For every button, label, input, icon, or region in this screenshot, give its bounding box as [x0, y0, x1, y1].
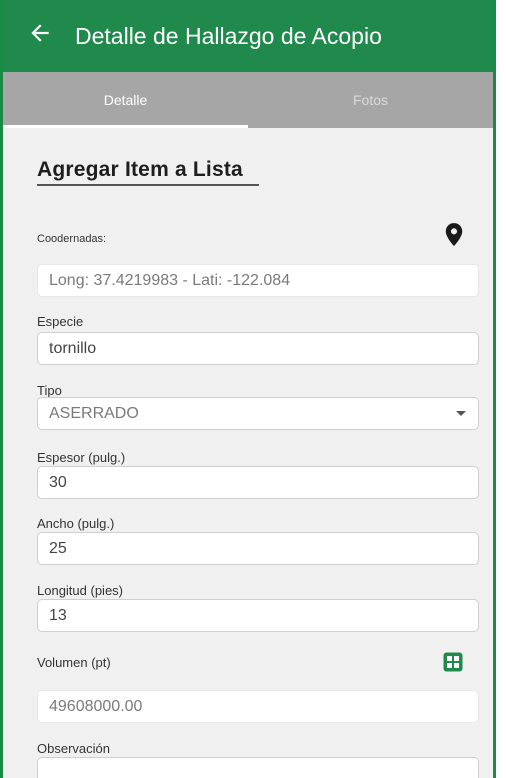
coordenadas-label: Coodernadas: — [37, 233, 107, 245]
especie-label: Especie — [37, 314, 84, 329]
ancho-input[interactable]: 25 — [37, 532, 479, 565]
chevron-down-icon — [456, 411, 466, 416]
tab-detalle[interactable]: Detalle — [3, 72, 248, 128]
tipo-select[interactable]: ASERRADO — [37, 397, 479, 430]
observacion-label: Observación — [37, 741, 110, 756]
section-underline — [37, 184, 259, 186]
tab-bar: Detalle Fotos — [3, 72, 493, 128]
tipo-label: Tipo — [37, 383, 62, 398]
espesor-label: Espesor (pulg.) — [37, 450, 126, 465]
coordenadas-field[interactable]: Long: 37.4219983 - Lati: -122.084 — [37, 264, 479, 297]
app-screen: Detalle de Hallazgo de Acopio Detalle Fo… — [0, 0, 496, 778]
longitud-input[interactable]: 13 — [37, 599, 479, 632]
arrow-left-icon — [31, 24, 49, 42]
calculator-icon[interactable] — [443, 652, 463, 672]
observacion-input[interactable] — [37, 757, 479, 778]
app-bar: Detalle de Hallazgo de Acopio — [3, 0, 493, 72]
longitud-label: Longitud (pies) — [37, 583, 123, 598]
tab-fotos[interactable]: Fotos — [248, 72, 493, 128]
section-title: Agregar Item a Lista — [37, 158, 243, 181]
back-button[interactable] — [25, 20, 55, 50]
tab-indicator — [3, 125, 248, 128]
map-pin-icon[interactable] — [443, 222, 465, 248]
page-title: Detalle de Hallazgo de Acopio — [75, 23, 382, 49]
espesor-input[interactable]: 30 — [37, 466, 479, 499]
volumen-field[interactable]: 49608000.00 — [37, 690, 479, 723]
tipo-value: ASERRADO — [49, 405, 139, 422]
ancho-label: Ancho (pulg.) — [37, 516, 115, 531]
especie-input[interactable]: tornillo — [37, 332, 479, 365]
volumen-label: Volumen (pt) — [37, 655, 111, 670]
